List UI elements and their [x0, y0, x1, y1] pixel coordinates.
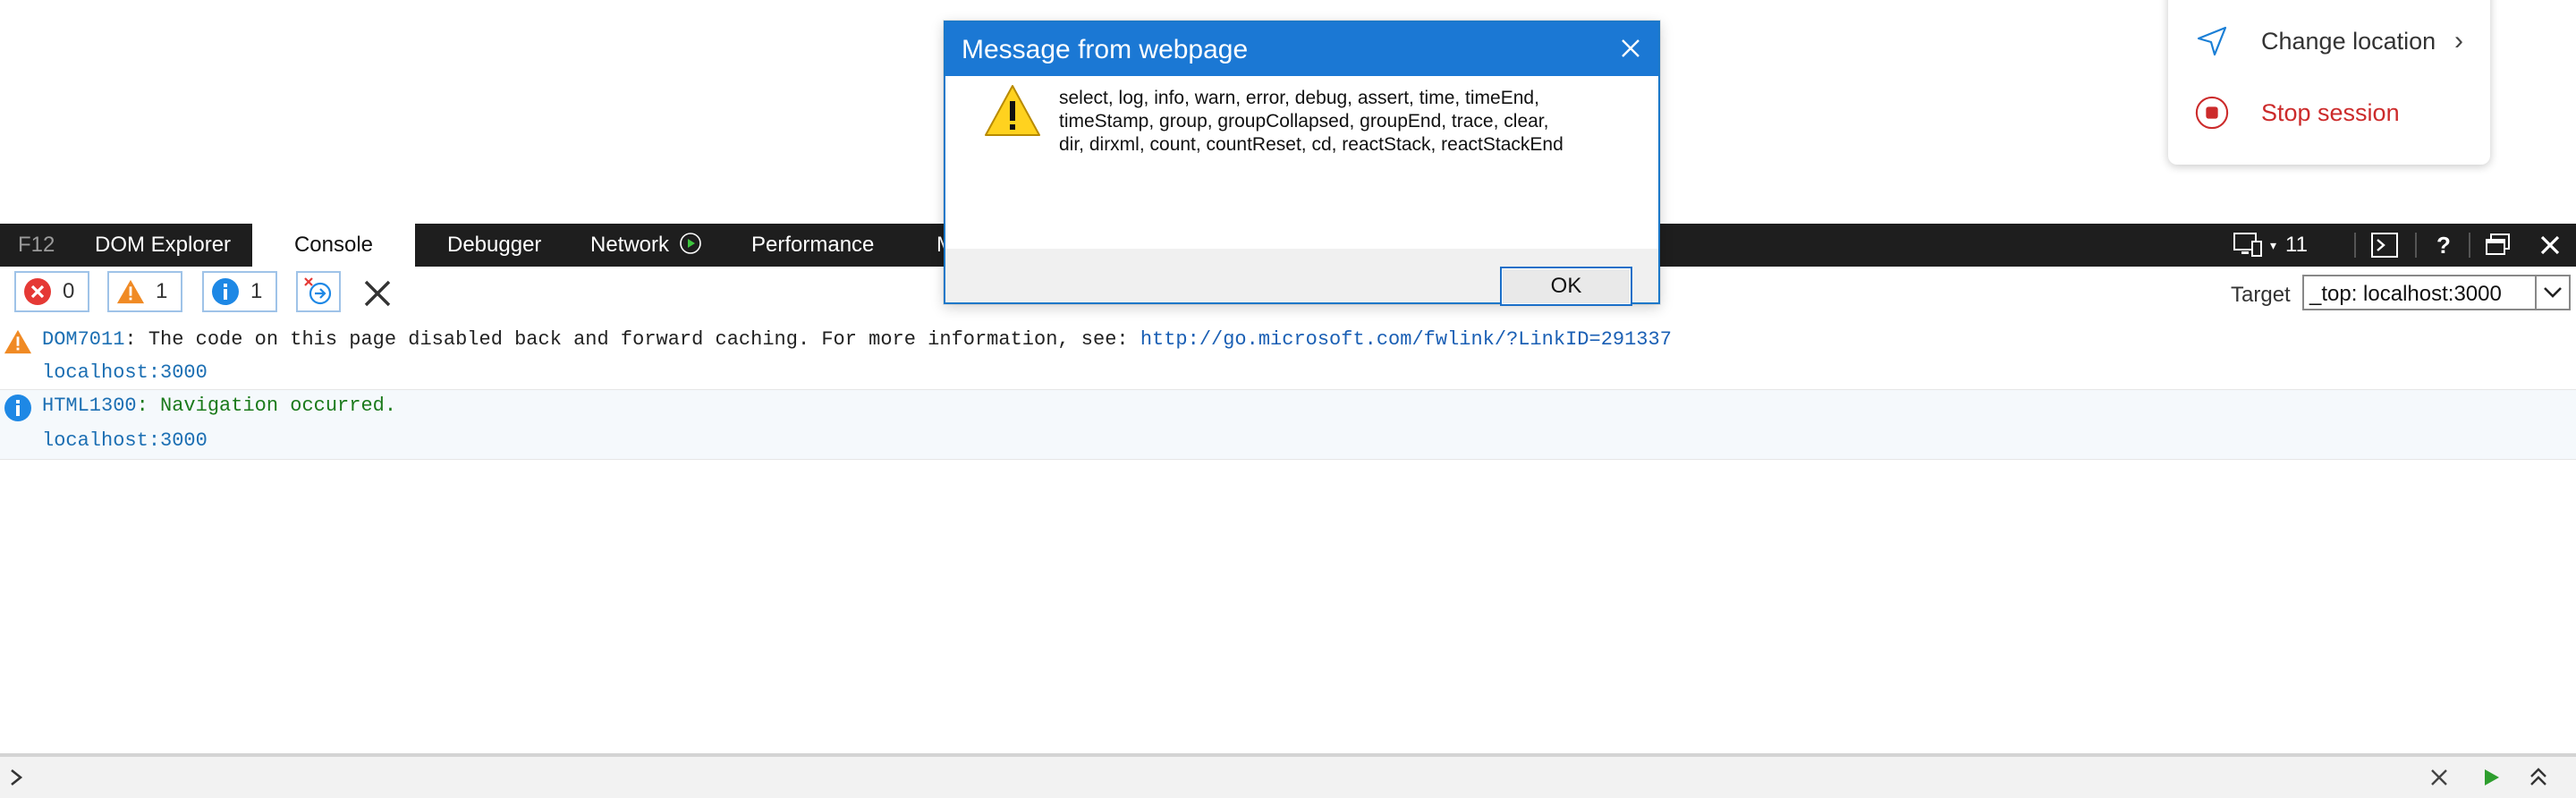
message-dialog: Message from webpage select, log, info, …: [944, 21, 1660, 306]
errors-filter-button[interactable]: 0: [14, 271, 89, 312]
stop-session-menu-item[interactable]: Stop session: [2168, 86, 2490, 140]
close-icon[interactable]: [1615, 33, 1646, 64]
message-link[interactable]: http://go.microsoft.com/fwlink/?LinkID=2…: [1140, 328, 1672, 351]
clear-input-icon[interactable]: [2429, 768, 2449, 787]
error-icon: [23, 277, 52, 306]
warning-icon: [985, 85, 1040, 136]
console-toggle-button[interactable]: [2370, 224, 2399, 267]
console-message-warning: DOM7011: The code on this page disabled …: [0, 324, 2576, 390]
warnings-count: 1: [156, 279, 168, 303]
prompt-chevron-icon: [11, 768, 23, 786]
console-input-bar[interactable]: [0, 753, 2576, 798]
tab-console[interactable]: Console: [252, 224, 415, 267]
close-icon: [364, 280, 391, 307]
dialog-title: Message from webpage: [962, 35, 1249, 64]
dialog-message: select, log, info, warn, error, debug, a…: [1059, 87, 1631, 157]
clear-console-button[interactable]: [361, 277, 394, 310]
target-value: _top: localhost:3000: [2309, 282, 2502, 306]
ok-button[interactable]: OK: [1500, 267, 1632, 306]
errors-count: 0: [63, 279, 75, 303]
message-text: DOM7011: The code on this page disabled …: [42, 328, 1672, 351]
monitor-icon: [2233, 233, 2262, 257]
warning-icon: [116, 277, 145, 306]
tab-network[interactable]: Network: [590, 224, 702, 267]
session-menu: Change location › Stop session: [2168, 0, 2490, 165]
undock-icon: [2486, 233, 2510, 255]
change-location-menu-item[interactable]: Change location ›: [2168, 14, 2490, 68]
stop-icon: [2195, 96, 2229, 130]
clear-on-navigate-button[interactable]: [296, 271, 341, 312]
tab-debugger[interactable]: Debugger: [447, 224, 541, 267]
document-mode: 11: [2285, 233, 2308, 257]
navigation-arrow-icon: [2195, 24, 2229, 58]
tab-network-label: Network: [590, 233, 670, 257]
chevron-down-icon: ▾: [2270, 237, 2277, 252]
stop-session-label: Stop session: [2261, 98, 2400, 126]
expand-up-icon[interactable]: [2528, 766, 2549, 789]
message-body: : Navigation occurred.: [136, 395, 397, 417]
emulation-button[interactable]: ▾ 11: [2233, 224, 2308, 267]
dialog-message-line: timeStamp, group, groupCollapsed, groupE…: [1059, 111, 1549, 132]
help-icon[interactable]: ?: [2436, 224, 2451, 267]
clear-on-navigate-icon: [304, 277, 332, 305]
undock-button[interactable]: [2485, 224, 2512, 267]
message-code: HTML1300: [42, 395, 137, 417]
warning-icon: [4, 329, 32, 354]
info-filter-button[interactable]: 1: [202, 271, 277, 312]
message-body: : The code on this page disabled back an…: [124, 328, 1140, 351]
info-icon: [211, 277, 240, 306]
info-count: 1: [250, 279, 263, 303]
message-source[interactable]: localhost:3000: [42, 429, 208, 452]
console-icon: [2371, 233, 2398, 258]
change-location-label: Change location: [2261, 27, 2436, 55]
info-icon: [4, 395, 31, 421]
message-text: HTML1300: Navigation occurred.: [42, 395, 396, 417]
message-code: DOM7011: [42, 328, 125, 351]
f12-label: F12: [18, 233, 55, 257]
target-label: Target: [2231, 283, 2291, 307]
close-devtools-button[interactable]: [2538, 224, 2562, 267]
run-icon[interactable]: [2481, 768, 2501, 787]
dialog-message-line: select, log, info, warn, error, debug, a…: [1059, 88, 1539, 108]
dialog-message-line: dir, dirxml, count, countReset, cd, reac…: [1059, 134, 1563, 155]
console-message-info: HTML1300: Navigation occurred. localhost…: [0, 390, 2576, 460]
network-record-icon: [679, 233, 701, 254]
target-select[interactable]: _top: localhost:3000: [2302, 275, 2571, 310]
close-icon: [2540, 235, 2560, 255]
chevron-right-icon: ›: [2454, 26, 2463, 55]
tab-dom-explorer[interactable]: DOM Explorer: [95, 224, 231, 267]
tab-performance[interactable]: Performance: [751, 224, 874, 267]
chevron-down-icon: [2535, 276, 2569, 309]
dialog-title-bar: Message from webpage: [945, 22, 1658, 76]
message-source[interactable]: localhost:3000: [42, 361, 208, 384]
warnings-filter-button[interactable]: 1: [107, 271, 182, 312]
dialog-footer: OK: [945, 249, 1658, 306]
